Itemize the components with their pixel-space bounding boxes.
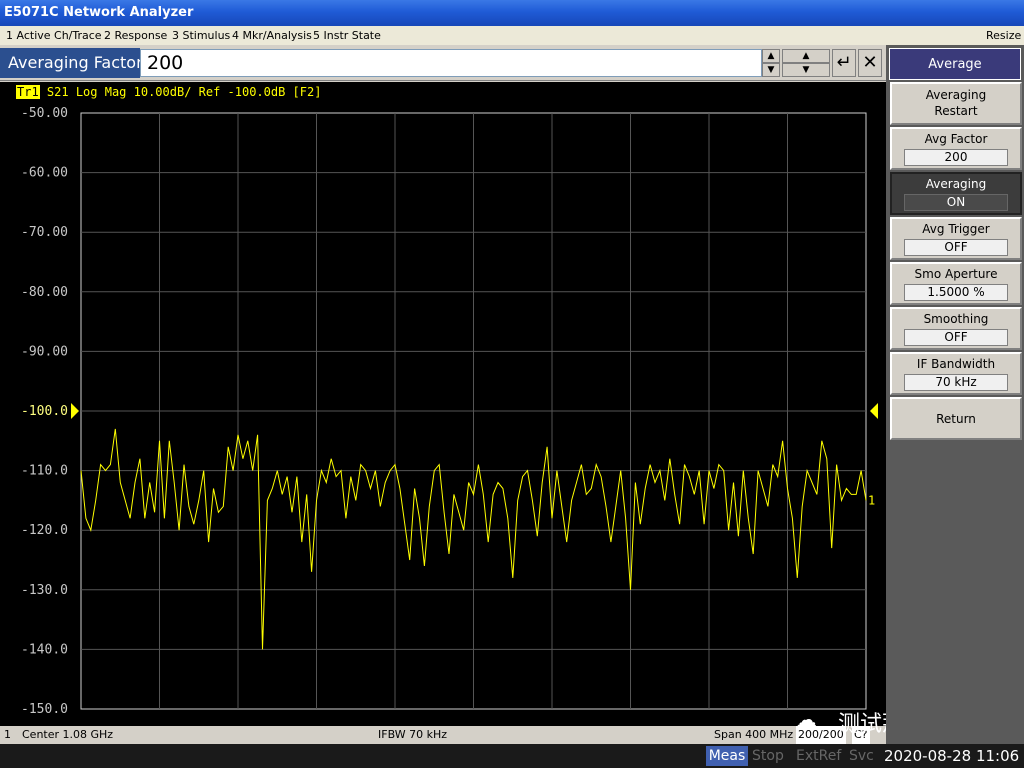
if-bandwidth-status: IFBW 70 kHz (378, 728, 448, 741)
menu-mkr-analysis[interactable]: 4 Mkr/Analysis (232, 26, 312, 45)
menu-instr-state[interactable]: 5 Instr State (313, 26, 381, 45)
stop-indicator: Stop (752, 748, 784, 764)
ref-level-left-marker[interactable] (71, 403, 79, 419)
y-tick-label: -130.0 (21, 583, 68, 598)
softkey-label: Smoothing (923, 312, 989, 326)
smo-aperture-button[interactable]: Smo Aperture 1.5000 % (890, 262, 1022, 305)
ref-level-right-marker[interactable] (870, 403, 878, 419)
y-tick-label: -110.0 (21, 464, 68, 479)
softkey-value: 1.5000 % (904, 284, 1008, 301)
trace-end-label: 1 (868, 493, 875, 507)
svc-indicator: Svc (849, 748, 874, 764)
meas-indicator: Meas (706, 746, 748, 766)
y-tick-label: -150.0 (21, 702, 68, 717)
softkey-value: 70 kHz (904, 374, 1008, 391)
span-status: Span 400 MHz (714, 728, 794, 741)
avg-factor-button[interactable]: Avg Factor 200 (890, 127, 1022, 170)
averaging-toggle-button[interactable]: Averaging ON (890, 172, 1022, 215)
softkey-label: Return (936, 412, 976, 426)
y-tick-label: -140.0 (21, 642, 68, 657)
trace-header: Tr1 S21 Log Mag 10.00dB/ Ref -100.0dB [F… (16, 85, 321, 99)
softkey-label: IF Bandwidth (916, 357, 996, 371)
softkey-value: ON (904, 194, 1008, 211)
y-tick-label: -50.00 (21, 106, 68, 121)
window-title: E5071C Network Analyzer (0, 0, 1024, 26)
softkey-label: Avg Trigger (922, 222, 990, 236)
return-button[interactable]: Return (890, 397, 1022, 440)
close-icon[interactable]: ✕ (858, 49, 882, 77)
trace-plot: -50.00 -60.00 -70.00 -80.00 -90.00 -100.0 -110… (21, 106, 878, 717)
smoothing-button[interactable]: Smoothing OFF (890, 307, 1022, 350)
y-tick-label: -70.00 (21, 225, 68, 240)
y-tick-label: -90.00 (21, 344, 68, 359)
y-tick-label: -120.0 (21, 523, 68, 538)
status-bar: 1 Center 1.08 GHz IFBW 70 kHz Span 400 M… (0, 726, 886, 744)
trace-badge[interactable]: Tr1 (16, 85, 40, 99)
averaging-factor-input[interactable]: 200 (140, 49, 762, 77)
softkey-label: Smo Aperture (914, 267, 998, 281)
softkey-value: OFF (904, 239, 1008, 256)
softkey-value: 200 (904, 149, 1008, 166)
enter-icon[interactable]: ↵ (832, 49, 856, 77)
y-tick-label: -80.00 (21, 285, 68, 300)
step-up-small-button[interactable]: ▲ (762, 49, 780, 63)
extref-indicator: ExtRef (796, 748, 842, 764)
entry-label: Averaging Factor (8, 53, 143, 72)
center-frequency: Center 1.08 GHz (22, 728, 114, 741)
menu-bar: 1 Active Ch/Trace 2 Response 3 Stimulus … (0, 26, 1024, 45)
step-down-small-button[interactable]: ▼ (762, 63, 780, 77)
y-tick-label: -100.0 (21, 404, 68, 419)
menu-stimulus[interactable]: 3 Stimulus (172, 26, 230, 45)
resize-button[interactable]: Resize (986, 26, 1021, 45)
softkey-value: OFF (904, 329, 1008, 346)
trace-settings: S21 Log Mag 10.00dB/ Ref -100.0dB [F2] (46, 85, 322, 99)
wechat-icon: ☁ (795, 708, 817, 733)
menu-response[interactable]: 2 Response (104, 26, 167, 45)
softkey-menu-title: Average (889, 48, 1021, 80)
step-down-button[interactable]: ▼ (782, 63, 830, 77)
averaging-restart-button[interactable]: Averaging Restart (890, 82, 1022, 125)
channel-number: 1 (4, 728, 11, 741)
y-tick-label: -60.00 (21, 166, 68, 181)
if-bandwidth-button[interactable]: IF Bandwidth 70 kHz (890, 352, 1022, 395)
softkey-label: Averaging (925, 177, 987, 191)
step-up-button[interactable]: ▲ (782, 49, 830, 63)
softkey-label: Avg Factor (924, 132, 988, 146)
bottom-bar: ☁ 测试那些事儿 Meas Stop ExtRef Svc 2020-08-28… (0, 708, 1024, 768)
entry-bar: Averaging Factor 200 ▲ ▼ ▲ ▼ ↵ ✕ (0, 45, 886, 81)
datetime: 2020-08-28 11:06 (884, 747, 1020, 765)
menu-active-ch-trace[interactable]: 1 Active Ch/Trace (6, 26, 102, 45)
avg-trigger-button[interactable]: Avg Trigger OFF (890, 217, 1022, 260)
